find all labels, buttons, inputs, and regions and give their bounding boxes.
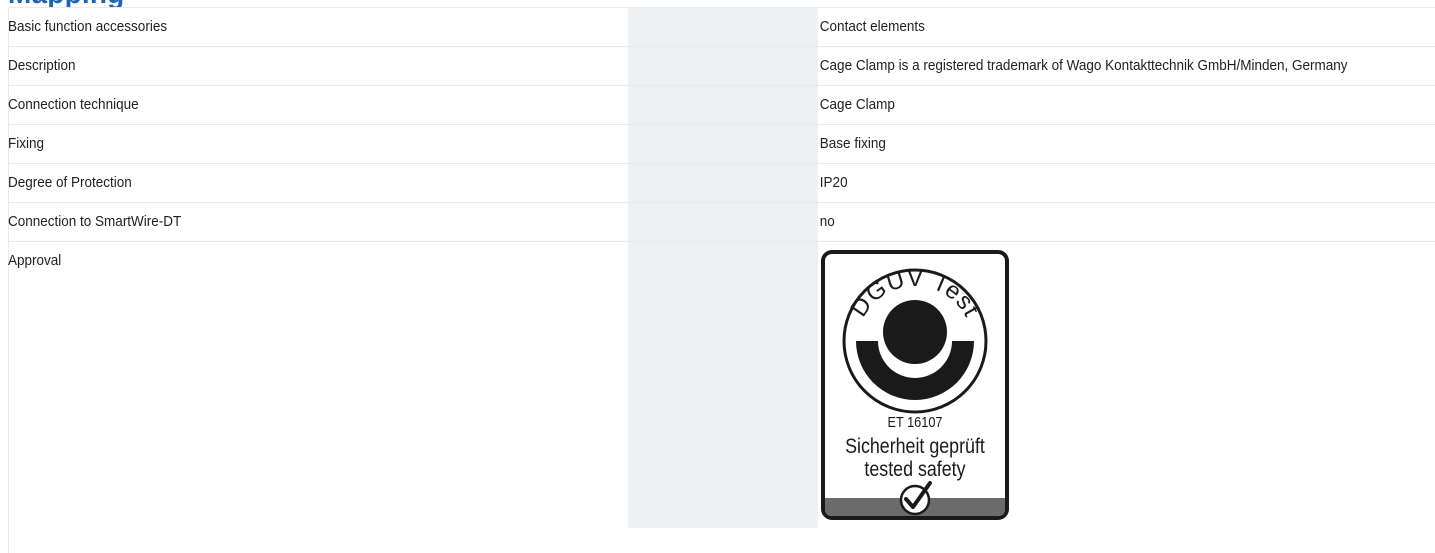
row-label: Description <box>8 57 76 74</box>
approval-badge-wrap: DGUV Test ET 16107 Sicherheit geprüft te… <box>818 242 1435 521</box>
row-value: no <box>819 213 835 230</box>
table-row: Connection technique Cage Clamp <box>8 85 1435 125</box>
badge-line-en: tested safety <box>864 458 965 482</box>
dguv-test-badge: DGUV Test ET 16107 Sicherheit geprüft te… <box>821 250 1009 520</box>
badge-cert-number: ET 16107 <box>887 413 942 430</box>
row-label: Degree of Protection <box>8 174 132 191</box>
table-row: Description Cage Clamp is a registered t… <box>8 46 1435 86</box>
row-value: Cage Clamp is a registered trademark of … <box>819 57 1348 74</box>
badge-line-de: Sicherheit geprüft <box>845 435 985 459</box>
table-row: Degree of Protection IP20 <box>8 163 1435 203</box>
table-row-approval: Approval DGUV Test ET 16107 Sicherheit g… <box>8 241 1435 528</box>
row-value: IP20 <box>819 174 848 191</box>
table-row: Connection to SmartWire-DT no <box>8 202 1435 242</box>
row-label: Connection to SmartWire-DT <box>8 213 182 230</box>
row-label: Basic function accessories <box>8 18 168 35</box>
row-value: Cage Clamp <box>819 96 895 113</box>
row-value: Base fixing <box>819 135 886 152</box>
spec-table: Basic function accessories Contact eleme… <box>8 7 1435 528</box>
table-row: Basic function accessories Contact eleme… <box>8 7 1435 47</box>
row-label: Connection technique <box>8 96 139 113</box>
row-value: Contact elements <box>819 18 925 35</box>
row-label: Approval <box>8 252 62 269</box>
table-row: Fixing Base fixing <box>8 124 1435 164</box>
row-label: Fixing <box>8 135 45 152</box>
